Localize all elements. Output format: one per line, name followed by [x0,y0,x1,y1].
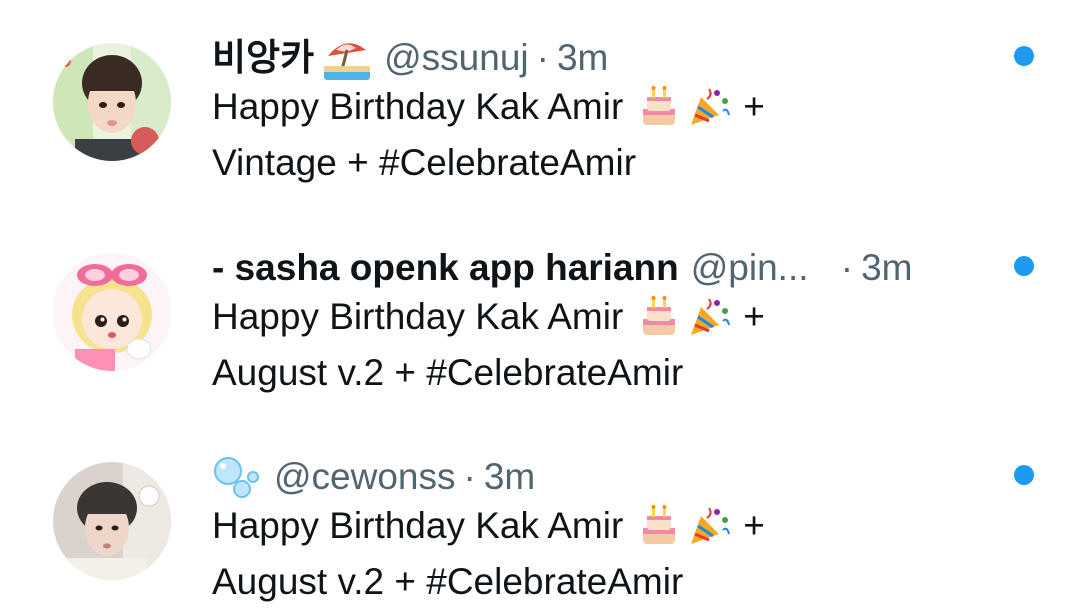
tweet-header: @cewonss · 3m [212,452,535,502]
birthday-cake-icon [637,295,681,339]
party-popper-icon [687,85,731,129]
birthday-cake-icon [637,85,681,129]
tweet-text-line: Vintage + #CelebrateAmir [212,142,637,183]
display-name[interactable]: 비앙카 [212,33,314,83]
user-handle[interactable]: @cewonss [274,452,456,502]
tweet-header: 비앙카 @ssunuj · 3m [212,33,608,83]
tweet-text-plus: + [743,86,765,127]
separator: · [840,247,854,288]
tweet-text-line: August v.2 + #CelebrateAmir [212,352,684,393]
tweet-header: - sasha openk app hariann @pin... · 3m [212,243,912,293]
tweet-text: Happy Birthday Kak Amir [212,498,932,610]
timestamp[interactable]: 3m [861,243,912,293]
avatar[interactable] [53,253,171,371]
avatar[interactable] [53,462,171,580]
beach-umbrella-icon [322,36,372,80]
tweet-item[interactable]: @cewonss · 3m Happy Birthday Kak Amir + … [0,419,1072,602]
timestamp[interactable]: 3m [484,452,535,502]
separator: · [463,456,476,497]
unread-indicator [1014,256,1034,276]
separator: · [536,37,549,78]
user-handle[interactable]: @pin... [691,243,819,293]
birthday-cake-icon [637,504,681,548]
tweet-text-line: August v.2 + #CelebrateAmir [212,561,684,602]
timestamp[interactable]: 3m [557,33,608,83]
tweet-text-plus: + [743,505,765,546]
tweet-text-line: Happy Birthday Kak Amir [212,296,624,337]
unread-indicator [1014,46,1034,66]
user-handle[interactable]: @ssunuj [384,33,529,83]
tweet-item[interactable]: - sasha openk app hariann @pin... · 3m H… [0,210,1072,393]
tweet-text-line: Happy Birthday Kak Amir [212,86,624,127]
tweet-text-plus: + [743,296,765,337]
party-popper-icon [687,504,731,548]
tweet-item[interactable]: 비앙카 @ssunuj · 3m Happy Birthday Kak Amir [0,0,1072,183]
display-name[interactable]: - sasha openk app hariann [212,243,679,293]
party-popper-icon [687,295,731,339]
unread-indicator [1014,465,1034,485]
notification-feed: 비앙카 @ssunuj · 3m Happy Birthday Kak Amir [0,0,1072,611]
avatar[interactable] [53,43,171,161]
tweet-text: Happy Birthday Kak Amir [212,79,932,191]
tweet-text-line: Happy Birthday Kak Amir [212,505,624,546]
tweet-text: Happy Birthday Kak Amir [212,289,932,401]
bubbles-icon [212,455,262,499]
